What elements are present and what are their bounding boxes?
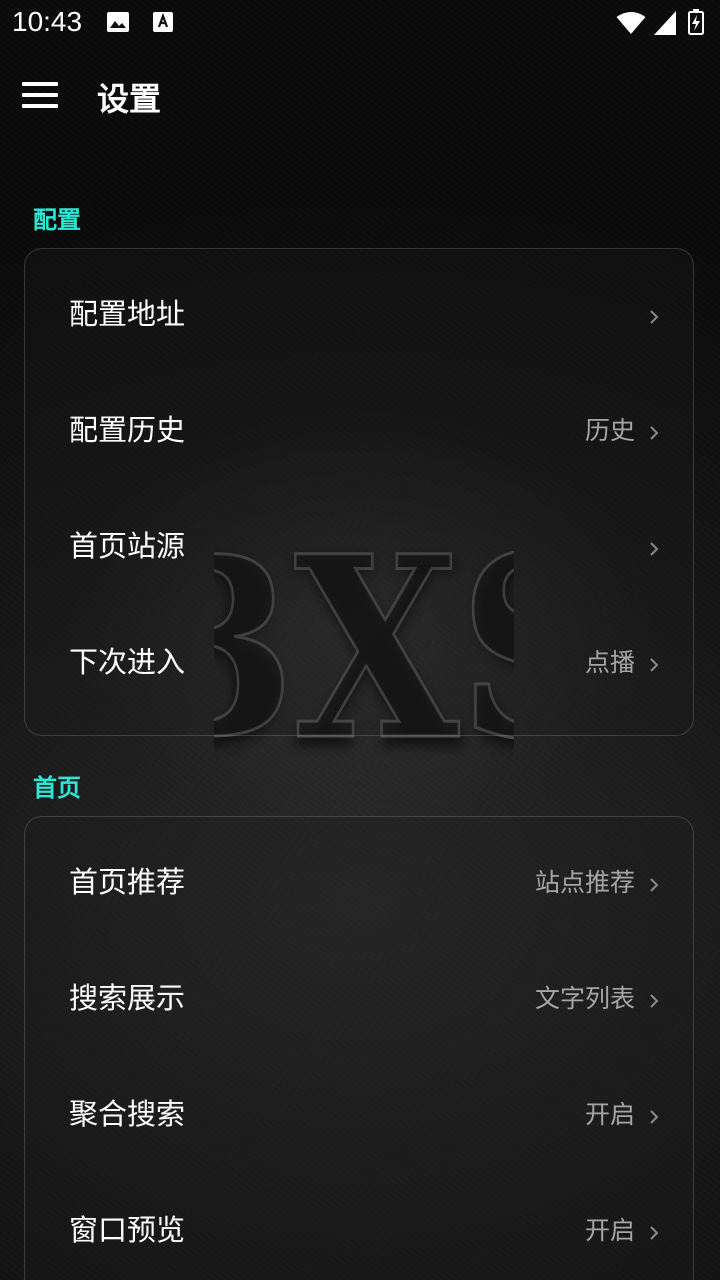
setting-row-config-history[interactable]: 配置历史 历史 [25, 371, 693, 487]
setting-row-next-entry[interactable]: 下次进入 点播 [25, 603, 693, 719]
section-title-config: 配置 [33, 206, 81, 234]
chevron-right-icon [650, 1110, 659, 1124]
chevron-right-icon [650, 426, 659, 440]
chevron-right-icon [650, 542, 659, 556]
wifi-icon [616, 12, 646, 34]
setting-row-window-preview[interactable]: 窗口预览 开启 [25, 1171, 693, 1280]
setting-label: 首页推荐 [69, 865, 186, 899]
config-card: 配置地址 配置历史 历史 首页站源 下次进入 点播 [24, 248, 694, 736]
setting-value: 开启 [584, 1216, 635, 1245]
setting-label: 搜索展示 [69, 981, 186, 1015]
setting-value: 开启 [584, 1100, 635, 1129]
setting-row-config-address[interactable]: 配置地址 [25, 255, 693, 371]
setting-label: 窗口预览 [69, 1213, 186, 1247]
setting-label: 下次进入 [69, 645, 186, 679]
section-title-home: 首页 [33, 774, 81, 802]
a-icon [153, 12, 173, 32]
battery-charging-icon [688, 9, 704, 35]
gallery-icon [107, 12, 129, 32]
status-bar: 10:43 [0, 0, 720, 48]
chevron-right-icon [650, 878, 659, 892]
setting-row-home-source[interactable]: 首页站源 [25, 487, 693, 603]
chevron-right-icon [650, 310, 659, 324]
setting-row-search-display[interactable]: 搜索展示 文字列表 [25, 939, 693, 1055]
chevron-right-icon [650, 994, 659, 1008]
chevron-right-icon [650, 658, 659, 672]
menu-icon[interactable] [22, 82, 58, 110]
setting-value: 站点推荐 [534, 868, 635, 897]
home-card: 首页推荐 站点推荐 搜索展示 文字列表 聚合搜索 开启 窗口预览 开启 [24, 816, 694, 1280]
setting-row-aggregate-search[interactable]: 聚合搜索 开启 [25, 1055, 693, 1171]
setting-row-home-recommend[interactable]: 首页推荐 站点推荐 [25, 823, 693, 939]
setting-value: 历史 [584, 416, 635, 445]
signal-icon [654, 11, 676, 35]
setting-value: 文字列表 [534, 984, 635, 1013]
status-time: 10:43 [12, 6, 83, 37]
setting-label: 配置历史 [69, 413, 186, 447]
setting-value: 点播 [584, 648, 635, 677]
page-title: 设置 [97, 80, 162, 118]
chevron-right-icon [650, 1226, 659, 1240]
setting-label: 首页站源 [69, 529, 186, 563]
setting-label: 配置地址 [69, 297, 186, 331]
app-bar: 设置 [0, 48, 720, 144]
setting-label: 聚合搜索 [69, 1097, 186, 1131]
